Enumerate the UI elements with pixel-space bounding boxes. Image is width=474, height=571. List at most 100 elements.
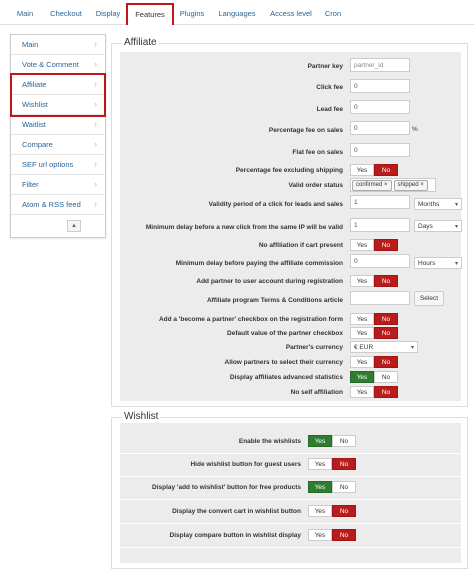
- scroll-top-icon[interactable]: ▲: [67, 220, 81, 232]
- yes-option[interactable]: Yes: [308, 458, 332, 470]
- yes-option[interactable]: Yes: [350, 313, 374, 325]
- add-to-wishlist-free-toggle[interactable]: Yes No: [308, 481, 356, 493]
- no-option[interactable]: No: [374, 313, 398, 325]
- hide-wishlist-guest-label: Hide wishlist button for guest users: [190, 461, 301, 468]
- chevron-right-icon: ›: [94, 179, 97, 189]
- enable-wishlists-toggle[interactable]: Yes No: [308, 435, 356, 447]
- no-option[interactable]: No: [374, 356, 398, 368]
- validity-input[interactable]: 1: [350, 195, 410, 209]
- sidebar-item-label: Waitlist: [22, 120, 46, 129]
- chevron-right-icon: ›: [94, 139, 97, 149]
- close-icon[interactable]: ×: [420, 182, 424, 188]
- lead-fee-label: Lead fee: [316, 106, 343, 113]
- allow-currency-label: Allow partners to select their currency: [224, 359, 343, 366]
- adv-stats-toggle[interactable]: Yes No: [350, 371, 398, 383]
- min-delay-ip-input[interactable]: 1: [350, 218, 410, 232]
- sidebar-item-main[interactable]: Main ›: [11, 35, 105, 55]
- yes-option[interactable]: Yes: [350, 327, 374, 339]
- no-option[interactable]: No: [374, 327, 398, 339]
- pct-excl-shipping-toggle[interactable]: Yes No: [350, 164, 398, 176]
- flat-fee-input[interactable]: 0: [350, 143, 410, 157]
- wishlist-panel: Enable the wishlists Yes No Hide wishlist…: [120, 423, 461, 563]
- compare-button-toggle[interactable]: Yes No: [308, 529, 356, 541]
- allow-currency-toggle[interactable]: Yes No: [350, 356, 398, 368]
- yes-option[interactable]: Yes: [350, 386, 374, 398]
- no-aff-cart-label: No affiliation if cart present: [258, 242, 343, 249]
- tab-cron[interactable]: Cron: [320, 5, 346, 22]
- select-value: Days: [418, 223, 433, 230]
- partner-key-label: Partner key: [307, 63, 343, 70]
- hide-wishlist-guest-toggle[interactable]: Yes No: [308, 458, 356, 470]
- yes-option[interactable]: Yes: [350, 356, 374, 368]
- yes-option[interactable]: Yes: [308, 505, 332, 517]
- terms-input[interactable]: [350, 291, 410, 305]
- pct-fee-input[interactable]: 0: [350, 121, 410, 135]
- add-partner-toggle[interactable]: Yes No: [350, 275, 398, 287]
- add-to-wishlist-free-label: Display 'add to wishlist' button for fre…: [152, 484, 301, 491]
- yes-option[interactable]: Yes: [308, 435, 332, 447]
- currency-label: Partner's currency: [285, 344, 343, 351]
- no-option[interactable]: No: [332, 529, 356, 541]
- become-partner-label: Add a 'become a partner' checkbox on the…: [158, 316, 343, 323]
- valid-status-input[interactable]: confirmed × shipped ×: [350, 178, 436, 192]
- tab-plugins[interactable]: Plugins: [174, 5, 210, 22]
- no-option[interactable]: No: [332, 458, 356, 470]
- wishlist-row: Display 'add to wishlist' button for fre…: [120, 477, 461, 500]
- sidebar-item-filter[interactable]: Filter ›: [11, 175, 105, 195]
- currency-select[interactable]: € EUR ▾: [350, 341, 418, 353]
- sidebar-item-compare[interactable]: Compare ›: [11, 135, 105, 155]
- sidebar-item-label: Filter: [22, 180, 39, 189]
- close-icon[interactable]: ×: [384, 182, 388, 188]
- yes-option[interactable]: Yes: [308, 529, 332, 541]
- yes-option[interactable]: Yes: [350, 164, 374, 176]
- sidebar-item-atom-rss[interactable]: Atom & RSS feed ›: [11, 195, 105, 215]
- min-delay-ip-unit-select[interactable]: Days ▾: [414, 220, 462, 232]
- no-option[interactable]: No: [374, 275, 398, 287]
- validity-unit-select[interactable]: Months ▾: [414, 198, 462, 210]
- pct-excl-shipping-label: Percentage fee excluding shipping: [235, 167, 343, 174]
- partner-key-input[interactable]: partner_id: [350, 58, 410, 72]
- min-delay-pay-input[interactable]: 0: [350, 254, 410, 268]
- tab-display[interactable]: Display: [91, 5, 125, 22]
- status-tag: confirmed ×: [352, 180, 392, 191]
- yes-option[interactable]: Yes: [350, 239, 374, 251]
- wishlist-legend: Wishlist: [122, 411, 161, 422]
- no-option[interactable]: No: [374, 371, 398, 383]
- no-option[interactable]: No: [332, 481, 356, 493]
- tab-main[interactable]: Main: [10, 5, 40, 22]
- affiliate-panel: Partner key partner_id Click fee 0 Lead …: [120, 52, 462, 401]
- enable-wishlists-label: Enable the wishlists: [238, 438, 301, 445]
- no-option[interactable]: No: [332, 505, 356, 517]
- tab-languages[interactable]: Languages: [213, 5, 261, 22]
- no-aff-cart-toggle[interactable]: Yes No: [350, 239, 398, 251]
- tab-access-level[interactable]: Access level: [265, 5, 317, 22]
- no-self-toggle[interactable]: Yes No: [350, 386, 398, 398]
- tab-features[interactable]: Features: [126, 3, 174, 25]
- select-article-button[interactable]: Select: [414, 291, 444, 306]
- tab-checkout[interactable]: Checkout: [44, 5, 88, 22]
- yes-option[interactable]: Yes: [350, 371, 374, 383]
- sidebar-item-sef-url[interactable]: SEF url options ›: [11, 155, 105, 175]
- no-self-label: No self affiliation: [290, 389, 343, 396]
- convert-cart-toggle[interactable]: Yes No: [308, 505, 356, 517]
- no-option[interactable]: No: [374, 164, 398, 176]
- wishlist-row: Hide wishlist button for guest users Yes…: [120, 454, 461, 477]
- yes-option[interactable]: Yes: [308, 481, 332, 493]
- min-delay-pay-label: Minimum delay before paying the affiliat…: [175, 260, 343, 267]
- no-option[interactable]: No: [374, 239, 398, 251]
- become-partner-toggle[interactable]: Yes No: [350, 313, 398, 325]
- compare-button-label: Display compare button in wishlist displ…: [169, 532, 301, 539]
- default-checkbox-toggle[interactable]: Yes No: [350, 327, 398, 339]
- lead-fee-input[interactable]: 0: [350, 100, 410, 114]
- yes-option[interactable]: Yes: [350, 275, 374, 287]
- click-fee-input[interactable]: 0: [350, 79, 410, 93]
- top-tabs: Main Checkout Display Features Plugins L…: [0, 0, 474, 25]
- wishlist-row: Display the convert cart in wishlist but…: [120, 501, 461, 524]
- flat-fee-label: Flat fee on sales: [292, 149, 343, 156]
- sidebar-item-waitlist[interactable]: Waitlist ›: [11, 115, 105, 135]
- sidebar-item-vote-comment[interactable]: Vote & Comment ›: [11, 55, 105, 75]
- min-delay-pay-unit-select[interactable]: Hours ▾: [414, 257, 462, 269]
- no-option[interactable]: No: [332, 435, 356, 447]
- no-option[interactable]: No: [374, 386, 398, 398]
- affiliate-legend: Affiliate: [122, 37, 159, 48]
